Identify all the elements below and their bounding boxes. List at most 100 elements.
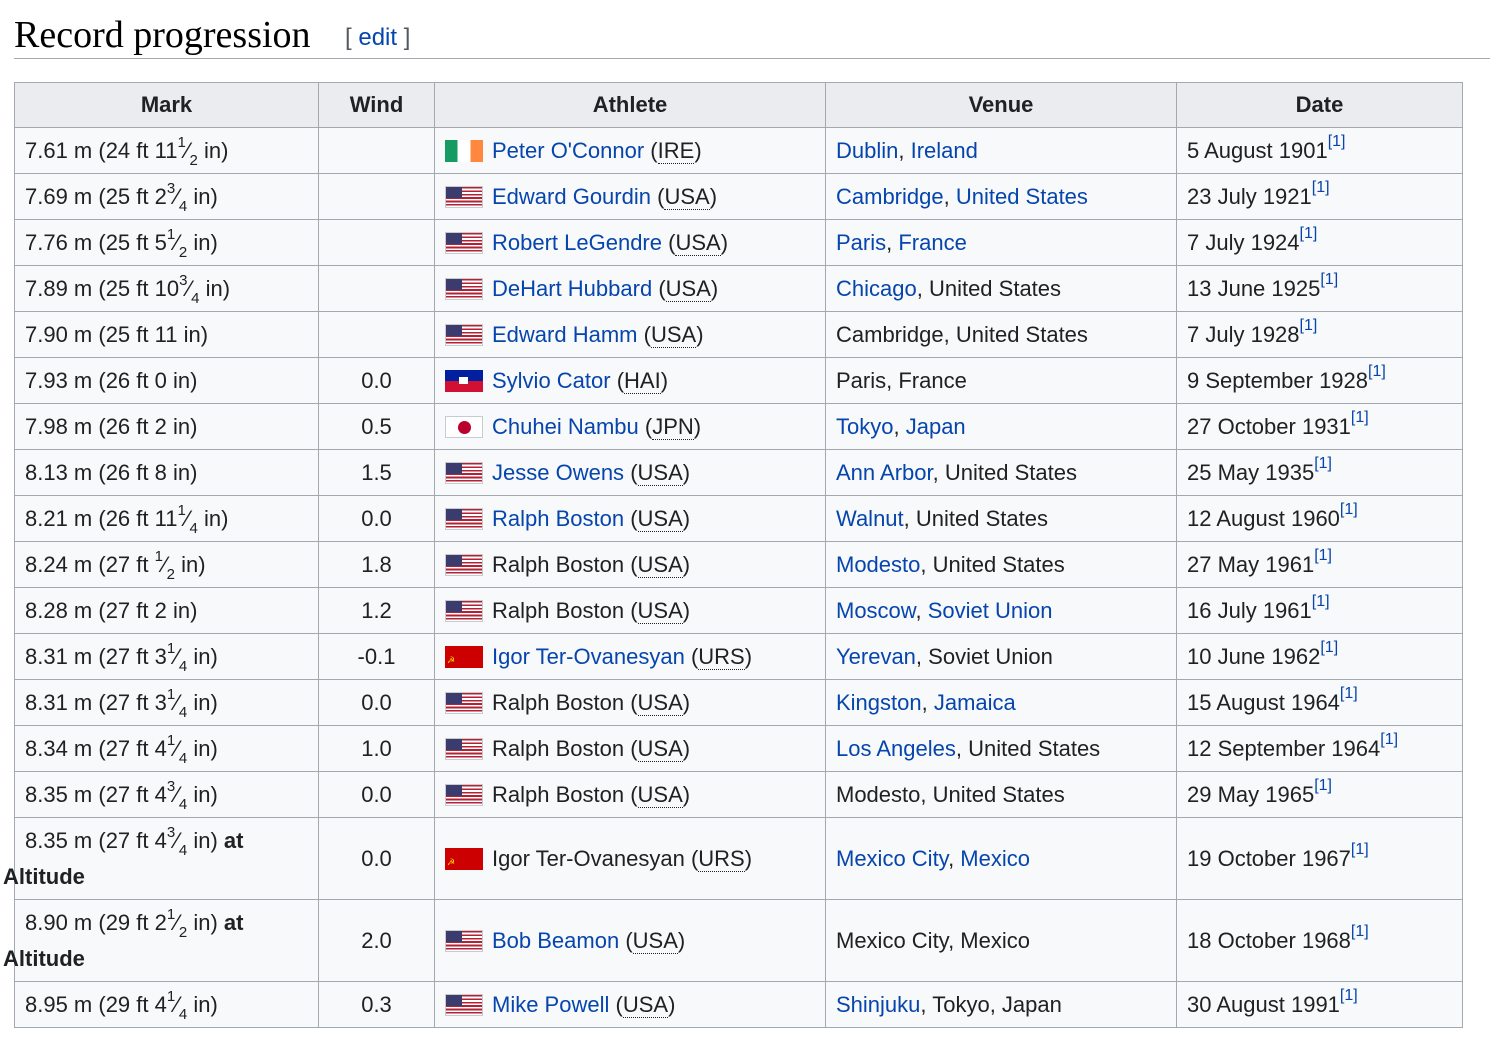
country-abbr[interactable]: URS xyxy=(698,845,745,872)
mark-end: in) xyxy=(187,781,218,807)
reference-link[interactable]: [1] xyxy=(1312,179,1330,196)
venue-region[interactable]: Mexico xyxy=(960,846,1030,871)
athlete-name[interactable]: Bob Beamon xyxy=(492,928,619,953)
venue-city[interactable]: Dublin xyxy=(836,138,898,163)
mark-text: 8.90 m (29 ft 2 xyxy=(25,909,167,935)
header-mark[interactable]: Mark xyxy=(14,82,319,128)
cell-wind xyxy=(318,265,435,312)
country-abbr[interactable]: USA xyxy=(632,927,678,954)
country-abbr[interactable]: USA xyxy=(622,991,669,1018)
athlete-name[interactable]: Igor Ter-Ovanesyan xyxy=(492,644,685,669)
cell-wind: 1.5 xyxy=(318,449,435,496)
athlete-name[interactable]: Mike Powell xyxy=(492,992,609,1017)
flag-usa-icon xyxy=(445,993,483,1016)
reference-link[interactable]: [1] xyxy=(1340,685,1358,702)
country-abbr[interactable]: USA xyxy=(637,781,683,808)
country-abbr[interactable]: USA xyxy=(664,183,710,210)
cell-mark: 8.28 m (27 ft 2 in) xyxy=(14,587,319,634)
reference-link[interactable]: [1] xyxy=(1368,363,1386,380)
venue-city: Modesto xyxy=(836,781,921,807)
date-text: 29 May 1965 xyxy=(1187,781,1315,807)
header-date[interactable]: Date xyxy=(1176,82,1463,128)
reference-link[interactable]: [1] xyxy=(1300,317,1318,334)
reference-link[interactable]: [1] xyxy=(1328,133,1346,150)
cell-wind: 0.0 xyxy=(318,357,435,404)
athlete-name[interactable]: Edward Gourdin xyxy=(492,184,651,209)
country-abbr[interactable]: USA xyxy=(637,459,683,486)
reference-link[interactable]: [1] xyxy=(1351,409,1369,426)
header-venue[interactable]: Venue xyxy=(825,82,1177,128)
venue-city[interactable]: Ann Arbor xyxy=(836,460,933,485)
reference-link[interactable]: [1] xyxy=(1320,639,1338,656)
cell-mark: 7.89 m (25 ft 103⁄4 in) xyxy=(14,265,319,312)
athlete-name[interactable]: Robert LeGendre xyxy=(492,230,662,255)
country-abbr[interactable]: USA xyxy=(650,321,697,348)
header-wind[interactable]: Wind xyxy=(318,82,435,128)
athlete-name[interactable]: Peter O'Connor xyxy=(492,138,644,163)
venue-region[interactable]: Ireland xyxy=(911,138,978,163)
venue-city[interactable]: Paris xyxy=(836,230,886,255)
fraction: 3⁄4 xyxy=(166,824,188,859)
venue-city[interactable]: Los Angeles xyxy=(836,736,956,761)
athlete-name[interactable]: Edward Hamm xyxy=(492,322,637,347)
country-abbr[interactable]: HAI xyxy=(624,367,661,394)
venue-region[interactable]: United States xyxy=(956,184,1088,209)
athlete-name[interactable]: Jesse Owens xyxy=(492,460,624,485)
header-athlete[interactable]: Athlete xyxy=(434,82,826,128)
venue-region: United States xyxy=(928,275,1062,301)
venue-city[interactable]: Chicago xyxy=(836,276,917,301)
country-abbr[interactable]: USA xyxy=(637,689,683,716)
reference-link[interactable]: [1] xyxy=(1314,777,1332,794)
country-abbr[interactable]: USA xyxy=(637,597,683,624)
country-abbr[interactable]: USA xyxy=(637,551,683,578)
cell-venue: Paris, France xyxy=(825,219,1177,266)
flag-usa-icon xyxy=(445,783,483,806)
country-abbr[interactable]: IRE xyxy=(657,137,695,164)
reference-link[interactable]: [1] xyxy=(1351,923,1369,940)
mark-text: 8.21 m (26 ft 11 xyxy=(25,505,178,531)
venue-city[interactable]: Walnut xyxy=(836,506,904,531)
venue-city[interactable]: Modesto xyxy=(836,552,920,577)
cell-athlete: Bob Beamon (USA) xyxy=(434,899,826,982)
cell-date: 27 May 1961[1] xyxy=(1176,541,1463,588)
venue-separator: , xyxy=(915,597,928,623)
country-code: (USA) xyxy=(615,991,676,1018)
venue-region[interactable]: Japan xyxy=(906,414,966,439)
reference-link[interactable]: [1] xyxy=(1340,987,1358,1004)
venue-city[interactable]: Kingston xyxy=(836,690,922,715)
athlete-name[interactable]: Sylvio Cator xyxy=(492,368,611,393)
reference-link[interactable]: [1] xyxy=(1340,501,1358,518)
athlete-name[interactable]: Ralph Boston xyxy=(492,506,624,531)
reference-link[interactable]: [1] xyxy=(1351,841,1369,858)
reference-link[interactable]: [1] xyxy=(1380,731,1398,748)
country-abbr[interactable]: USA xyxy=(637,505,683,532)
flag-usa-icon xyxy=(445,231,483,254)
venue-city[interactable]: Yerevan xyxy=(836,644,916,669)
flag-urs-icon xyxy=(445,645,483,668)
reference-link[interactable]: [1] xyxy=(1320,271,1338,288)
venue-region: United States xyxy=(932,551,1065,577)
country-abbr[interactable]: USA xyxy=(675,229,721,256)
venue-city[interactable]: Mexico City xyxy=(836,846,948,871)
venue-city[interactable]: Tokyo xyxy=(836,414,893,439)
reference-link[interactable]: [1] xyxy=(1314,455,1332,472)
venue-separator: , xyxy=(893,413,906,439)
athlete-name[interactable]: Chuhei Nambu xyxy=(492,414,639,439)
venue-city[interactable]: Cambridge xyxy=(836,184,944,209)
athlete-name[interactable]: DeHart Hubbard xyxy=(492,276,652,301)
reference-link[interactable]: [1] xyxy=(1300,225,1318,242)
table-row: 7.90 m (25 ft 11 in) Edward Hamm (USA) Cam… xyxy=(14,311,1463,358)
country-abbr[interactable]: JPN xyxy=(652,413,694,440)
edit-link[interactable]: edit xyxy=(358,24,397,51)
venue-region[interactable]: France xyxy=(898,230,966,255)
country-abbr[interactable]: USA xyxy=(665,275,711,302)
date-text: 12 August 1960 xyxy=(1187,505,1340,531)
venue-city[interactable]: Moscow xyxy=(836,598,915,623)
venue-region[interactable]: Jamaica xyxy=(934,690,1016,715)
reference-link[interactable]: [1] xyxy=(1314,547,1332,564)
country-abbr[interactable]: USA xyxy=(637,735,683,762)
reference-link[interactable]: [1] xyxy=(1312,593,1330,610)
venue-city[interactable]: Shinjuku xyxy=(836,992,920,1017)
venue-region[interactable]: Soviet Union xyxy=(928,598,1053,623)
country-abbr[interactable]: URS xyxy=(698,643,745,670)
